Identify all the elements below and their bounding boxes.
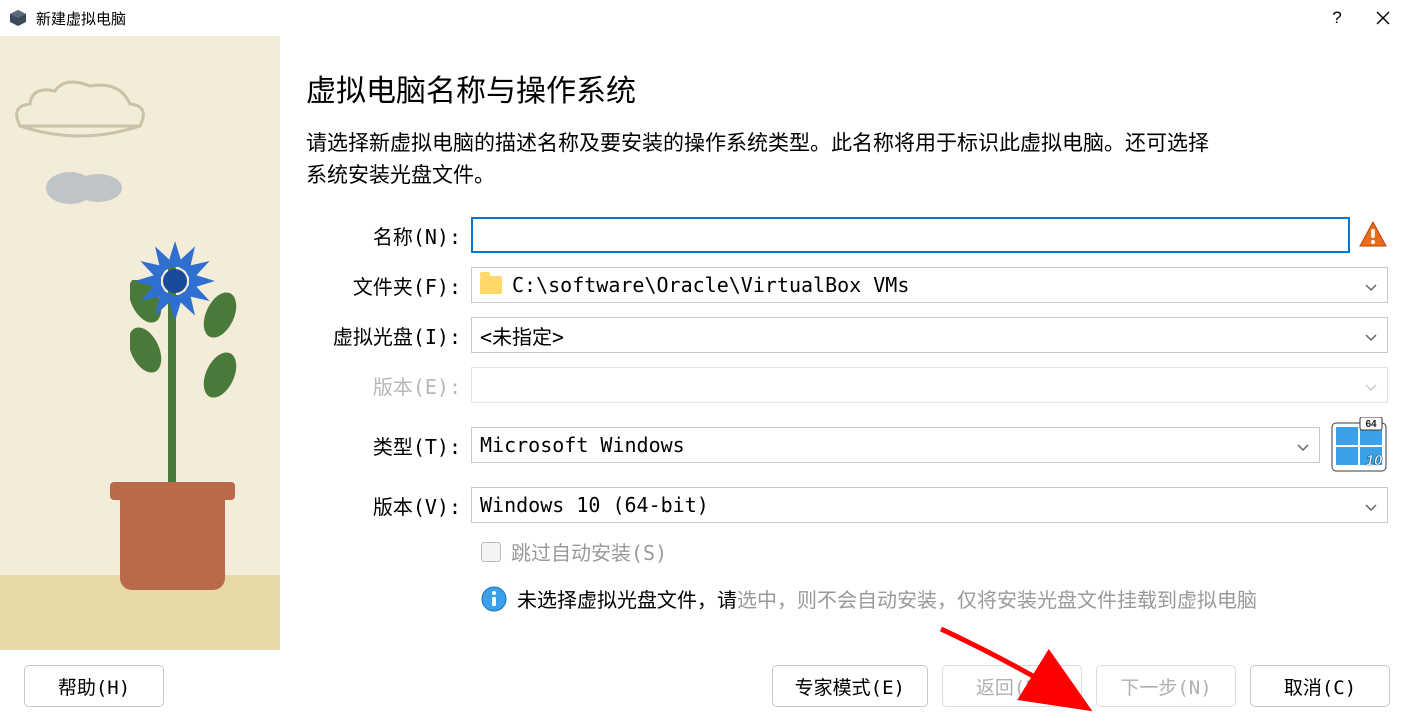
version-combo[interactable]: Windows 10 (64-bit) [471, 487, 1388, 523]
type-combo[interactable]: Microsoft Windows [471, 427, 1320, 463]
folder-icon [480, 276, 502, 294]
info-text-secondary: 选中，则不会自动安装，仅将安装光盘文件挂载到虚拟电脑 [737, 584, 1257, 613]
info-icon [481, 586, 507, 612]
svg-text:64: 64 [1365, 419, 1377, 430]
chevron-down-icon [1297, 433, 1309, 457]
name-label: 名称(N): [306, 221, 471, 250]
expert-mode-button[interactable]: 专家模式(E) [772, 665, 928, 707]
page-title: 虚拟电脑名称与操作系统 [306, 66, 1388, 110]
titlebar: 新建虚拟电脑 ? [0, 0, 1414, 36]
warning-icon [1358, 220, 1388, 250]
folder-combo[interactable]: C:\software\Oracle\VirtualBox VMs [471, 267, 1388, 303]
version-label: 版本(V): [306, 491, 471, 520]
version-value: Windows 10 (64-bit) [480, 493, 709, 517]
back-button: 返回(B) [942, 665, 1082, 707]
chevron-down-icon [1365, 273, 1377, 297]
chevron-down-icon [1365, 493, 1377, 517]
iso-combo[interactable]: <未指定> [471, 317, 1388, 353]
help-button[interactable]: 帮助(H) [24, 665, 164, 707]
svg-text:10: 10 [1366, 452, 1383, 469]
skip-unattended-checkbox [481, 542, 501, 562]
type-label: 类型(T): [306, 431, 471, 460]
folder-value: C:\software\Oracle\VirtualBox VMs [512, 273, 909, 297]
type-value: Microsoft Windows [480, 433, 685, 457]
name-input[interactable] [471, 217, 1350, 253]
info-text-primary: 未选择虚拟光盘文件，请 [517, 584, 737, 613]
os-badge-icon: 64 10 [1330, 417, 1388, 473]
edition-label: 版本(E): [306, 371, 471, 400]
chevron-down-icon [1365, 323, 1377, 347]
iso-label: 虚拟光盘(I): [306, 321, 471, 350]
info-row: 未选择虚拟光盘文件，请 选中，则不会自动安装，仅将安装光盘文件挂载到虚拟电脑 [481, 584, 1388, 613]
folder-label: 文件夹(F): [306, 271, 471, 300]
window-title: 新建虚拟电脑 [36, 8, 126, 29]
iso-value: <未指定> [480, 321, 564, 350]
wizard-sidebar-image [0, 36, 280, 650]
help-button[interactable]: ? [1314, 2, 1360, 34]
wizard-footer: 帮助(H) 专家模式(E) 返回(B) 下一步(N) 取消(C) [0, 650, 1414, 722]
chevron-down-icon [1365, 373, 1377, 397]
edition-combo [471, 367, 1388, 403]
wizard-content: 虚拟电脑名称与操作系统 请选择新虚拟电脑的描述名称及要安装的操作系统类型。此名称… [280, 36, 1414, 650]
skip-unattended-label: 跳过自动安装(S) [511, 537, 667, 566]
next-button: 下一步(N) [1096, 665, 1236, 707]
close-button[interactable] [1360, 2, 1406, 34]
app-icon [8, 8, 28, 28]
cancel-button[interactable]: 取消(C) [1250, 665, 1390, 707]
page-description: 请选择新虚拟电脑的描述名称及要安装的操作系统类型。此名称将用于标识此虚拟电脑。还… [306, 128, 1226, 191]
